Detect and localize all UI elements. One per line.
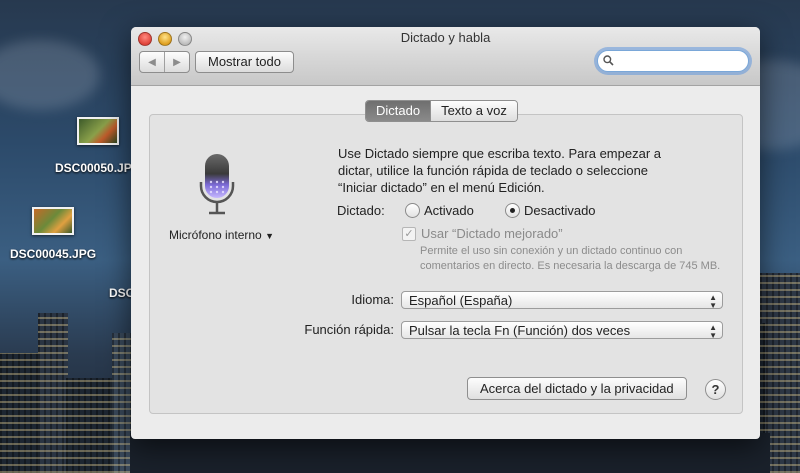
shortcut-label: Función rápida: [304, 322, 394, 337]
back-button[interactable]: ◀ [140, 52, 164, 72]
image-thumbnail-icon [32, 207, 75, 235]
checkmark-icon: ✓ [402, 226, 416, 241]
radio-button-on [505, 203, 520, 218]
enhanced-dictation-note: Permite el uso sin conexión y un dictado… [420, 245, 721, 272]
window-toolbar: Dictado y habla ◀ ▶ Mostrar todo [131, 27, 760, 86]
enhanced-dictation-label: Usar “Dictado mejorado” [421, 226, 563, 241]
dictation-off-label: Desactivado [524, 203, 596, 218]
microphone-icon [199, 154, 235, 215]
updown-arrows-icon: ▲ ▼ [709, 323, 717, 340]
search-icon [603, 55, 614, 66]
radio-button-off [405, 203, 420, 218]
right-arrow-icon: ▶ [173, 56, 181, 68]
show-all-button[interactable]: Mostrar todo [195, 51, 294, 73]
enhanced-dictation-checkbox[interactable]: ✓ Usar “Dictado mejorado” [402, 226, 563, 241]
desktop-file-label: DSC00045.JPG [10, 247, 97, 261]
disclosure-triangle-icon: ▼ [265, 231, 274, 241]
tab-text-to-speech[interactable]: Texto a voz [430, 101, 517, 121]
about-dictation-privacy-button[interactable]: Acerca del dictado y la privacidad [467, 377, 687, 400]
back-forward-control: ◀ ▶ [139, 51, 190, 73]
tab-dictation[interactable]: Dictado [366, 101, 431, 121]
search-field[interactable] [597, 50, 749, 72]
language-label: Idioma: [351, 292, 394, 307]
forward-button[interactable]: ▶ [164, 52, 189, 72]
desktop-file-label: DSC00050.JPG [55, 161, 142, 175]
help-button[interactable]: ? [705, 379, 726, 400]
dictation-on-radio[interactable]: Activado [405, 203, 474, 218]
left-arrow-icon: ◀ [148, 56, 156, 68]
sky-cloud [0, 40, 100, 110]
microphone-source-popup[interactable]: Micrófono interno ▼ [169, 228, 274, 242]
dictation-preferences-window: Dictado y habla ◀ ▶ Mostrar todo Dictado… [131, 27, 760, 439]
shortcut-select[interactable]: Pulsar la tecla Fn (Función) dos veces ▲… [401, 321, 723, 340]
dictation-description: Use Dictado siempre que escriba texto. P… [338, 146, 661, 195]
dictation-off-radio[interactable]: Desactivado [505, 203, 596, 218]
window-title: Dictado y habla [400, 30, 491, 45]
microphone-source-label: Micrófono interno [169, 228, 262, 242]
updown-arrows-icon: ▲ ▼ [709, 293, 717, 310]
shortcut-value: Pulsar la tecla Fn (Función) dos veces [409, 323, 631, 338]
search-input[interactable] [618, 53, 738, 68]
dictation-toggle-label: Dictado: [337, 203, 385, 218]
desktop-file-dsc00045[interactable]: DSC00045.JPG [10, 207, 96, 261]
tab-bar: Dictado Texto a voz [365, 100, 518, 122]
dictation-on-label: Activado [424, 203, 474, 218]
language-select[interactable]: Español (España) ▲ ▼ [401, 291, 723, 310]
desktop-file-dsc00050[interactable]: DSC00050.JPG [55, 117, 141, 175]
language-value: Español (España) [409, 293, 513, 308]
image-thumbnail-icon [77, 117, 120, 145]
